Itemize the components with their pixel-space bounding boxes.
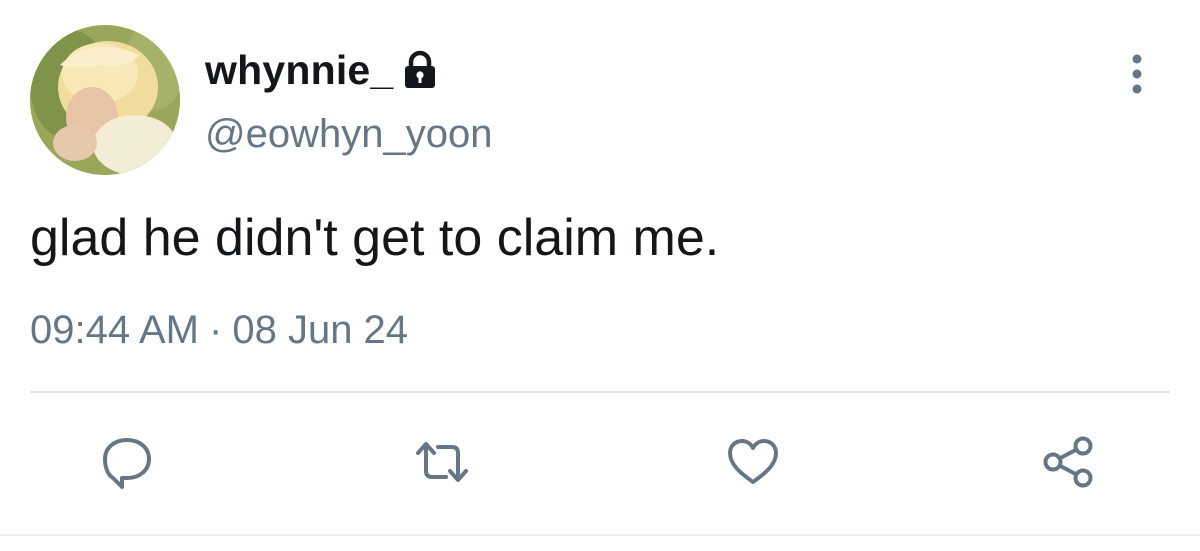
- share-button[interactable]: [1038, 432, 1098, 492]
- avatar[interactable]: [30, 25, 180, 175]
- lock-icon: [401, 50, 439, 90]
- tweet-time: 09:44 AM: [30, 308, 200, 352]
- reply-icon: [100, 434, 154, 490]
- retweet-icon: [412, 439, 472, 485]
- divider: [30, 391, 1170, 393]
- share-icon: [1039, 434, 1097, 490]
- user-handle[interactable]: @eowhyn_yoon: [205, 112, 492, 157]
- display-name[interactable]: whynnie_: [205, 47, 393, 94]
- reply-button[interactable]: [97, 432, 157, 492]
- retweet-button[interactable]: [412, 432, 472, 492]
- tweet-card: whynnie_ @eowhyn_yoon glad he didn't get…: [0, 0, 1200, 551]
- display-name-row: whynnie_: [205, 44, 439, 96]
- bottom-border: [0, 534, 1200, 536]
- tweet-text: glad he didn't get to claim me.: [30, 209, 720, 267]
- timestamp-separator: ·: [209, 308, 223, 352]
- tweet-date: 08 Jun 24: [232, 308, 409, 352]
- like-icon: [725, 437, 781, 487]
- tweet-timestamp[interactable]: 09:44 AM · 08 Jun 24: [30, 308, 408, 353]
- more-vertical-icon[interactable]: [1122, 52, 1152, 96]
- avatar-image: [30, 25, 180, 175]
- like-button[interactable]: [723, 432, 783, 492]
